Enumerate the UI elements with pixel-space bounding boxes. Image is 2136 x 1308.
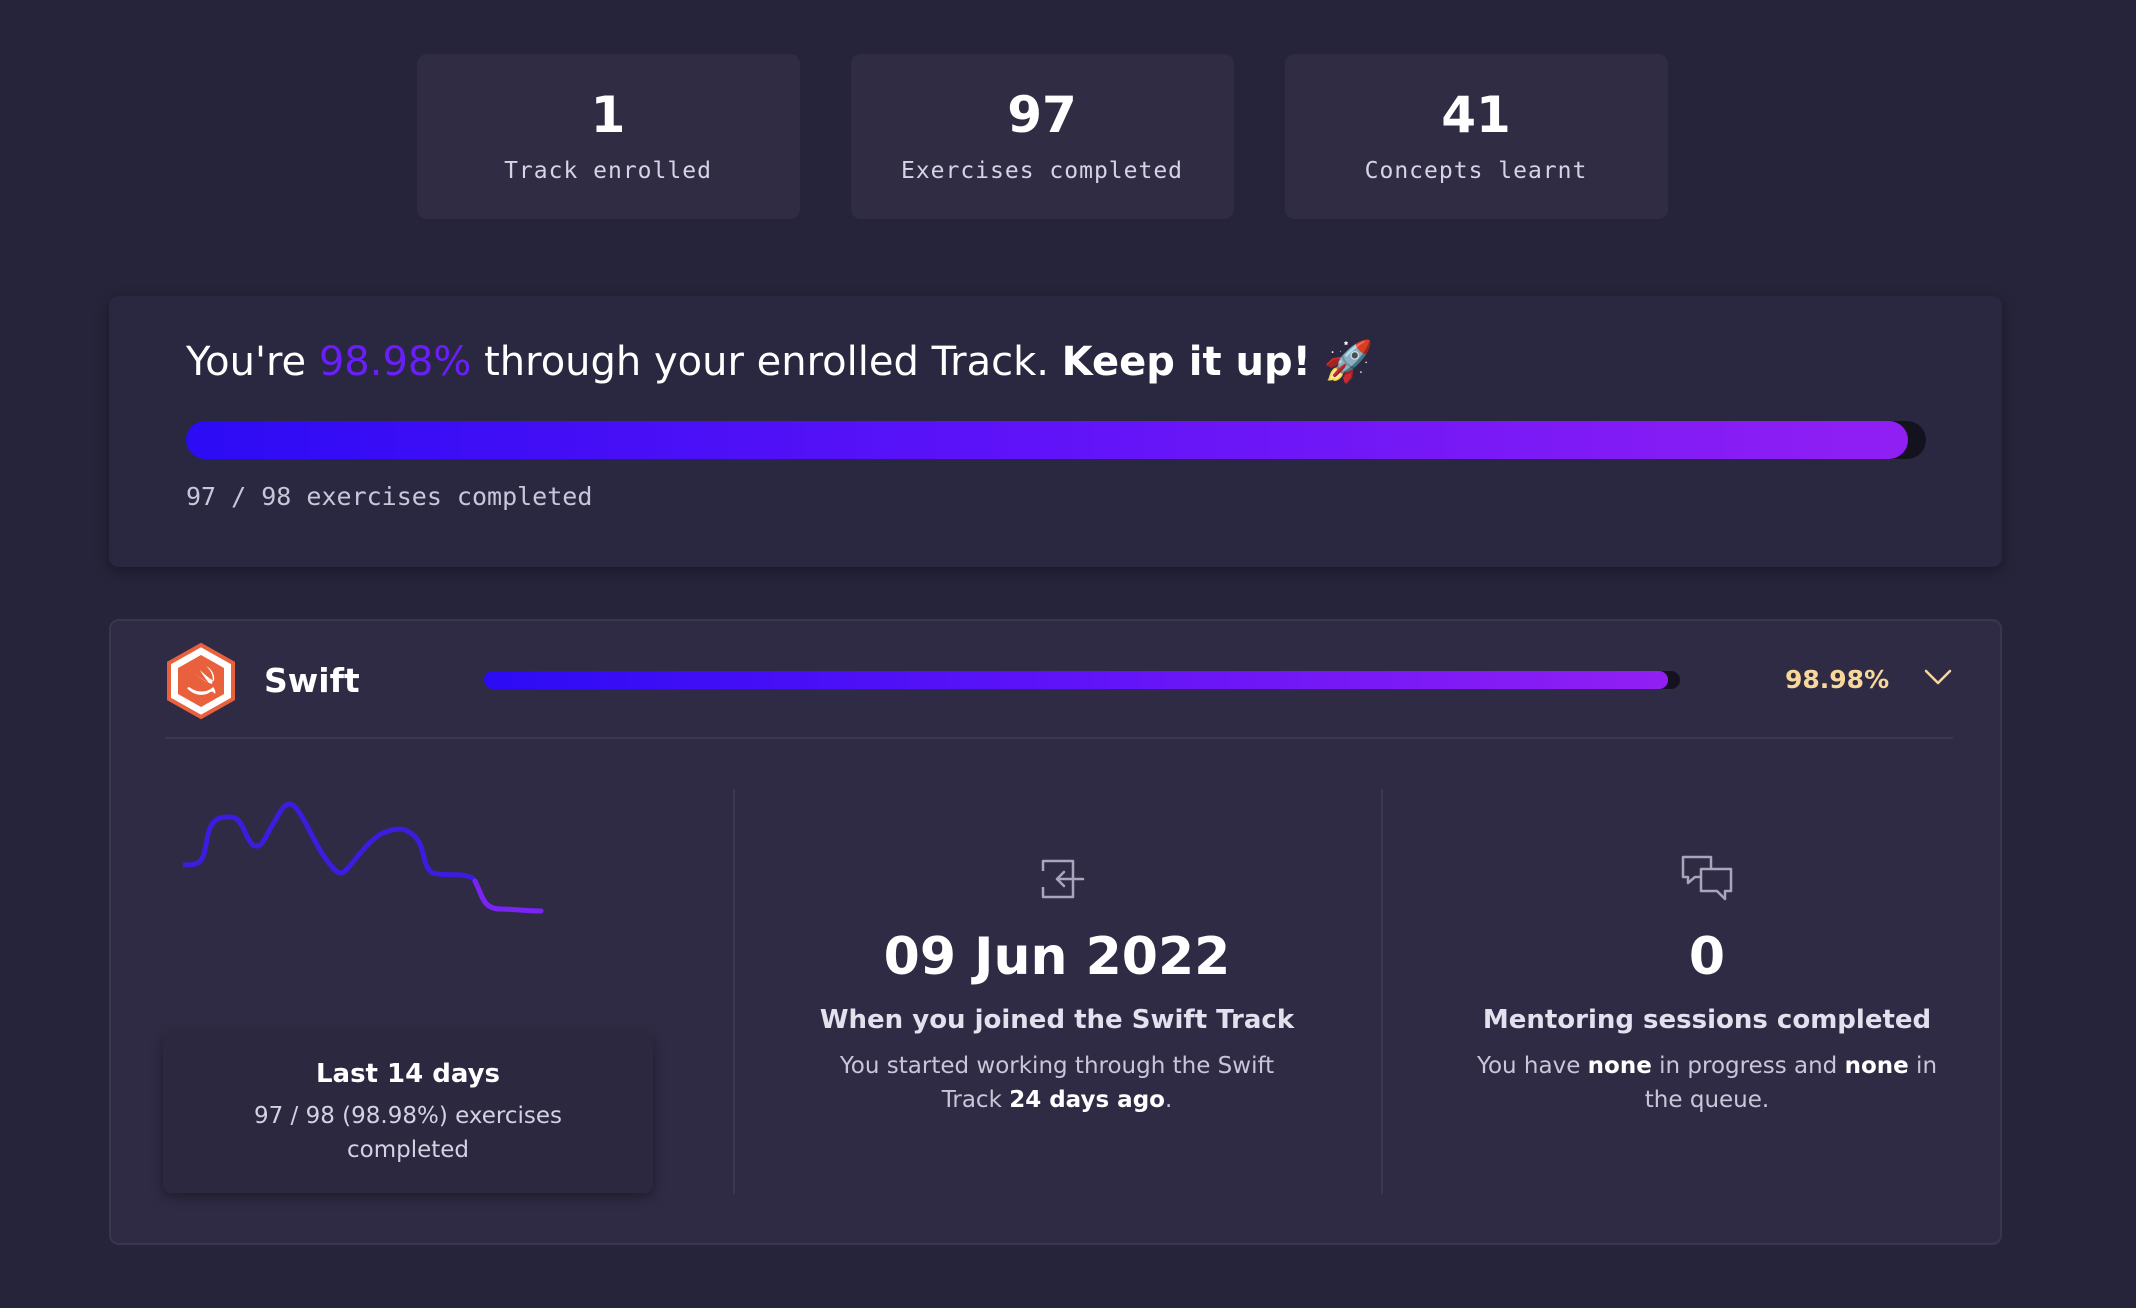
track-header[interactable]: Swift 98.98%: [111, 621, 2000, 739]
activity-summary-card: Last 14 days 97 / 98 (98.98%) exercises …: [163, 1033, 653, 1193]
stat-value: 97: [1007, 85, 1077, 144]
track-progress-bar: [484, 671, 1680, 689]
stat-value: 41: [1441, 85, 1511, 144]
mentoring-description: You have none in progress and none in th…: [1457, 1049, 1957, 1117]
swift-logo-icon: [167, 642, 235, 720]
activity-title: Last 14 days: [315, 1059, 501, 1089]
mentoring-desc-1: You have: [1476, 1053, 1588, 1079]
joined-desc-end: .: [1164, 1087, 1173, 1113]
joined-title: When you joined the Swift Track: [819, 1005, 1295, 1035]
chevron-down-icon[interactable]: [1923, 665, 1953, 689]
track-progress-fill: [484, 671, 1668, 689]
stat-card-concepts: 41 Concepts learnt: [1284, 54, 1668, 219]
track-name: Swift: [264, 661, 360, 700]
overall-progress-bar: [186, 421, 1926, 459]
overall-progress-panel: You're 98.98% through your enrolled Trac…: [109, 296, 2002, 567]
headline-percent: 98.98%: [318, 339, 472, 385]
stat-card-exercises: 97 Exercises completed: [850, 54, 1234, 219]
progress-headline: You're 98.98% through your enrolled Trac…: [186, 338, 1373, 385]
track-panel-swift: Swift 98.98% Last 14 days 97 / 98 (98.98…: [109, 619, 2002, 1245]
headline-prefix: You're: [186, 339, 319, 385]
activity-description: 97 / 98 (98.98%) exercises completed: [253, 1103, 563, 1163]
mentoring-count: 0: [1688, 927, 1726, 987]
mentoring-desc-bold-2: none: [1844, 1053, 1909, 1079]
rocket-icon: 🚀: [1323, 339, 1374, 385]
joined-description: You started working through the Swift Tr…: [807, 1049, 1307, 1117]
mentoring-title: Mentoring sessions completed: [1482, 1005, 1932, 1035]
overall-progress-fill: [186, 421, 1909, 459]
stat-card-tracks: 1 Track enrolled: [416, 54, 800, 219]
exercises-completed-text: 97 / 98 exercises completed: [186, 482, 593, 511]
mentoring-info: 0 Mentoring sessions completed You have …: [1383, 851, 2031, 1117]
stat-label: Track enrolled: [504, 157, 712, 184]
headline-emphasis: Keep it up!: [1061, 339, 1311, 385]
activity-sparkline: [183, 801, 544, 914]
stats-row: 1 Track enrolled 97 Exercises completed …: [192, 54, 1892, 219]
joined-info: 09 Jun 2022 When you joined the Swift Tr…: [733, 851, 1381, 1117]
joined-desc-bold: 24 days ago: [1009, 1087, 1165, 1113]
joined-date: 09 Jun 2022: [883, 927, 1231, 987]
enter-icon: [1041, 859, 1085, 899]
track-percent: 98.98%: [1785, 665, 1890, 694]
stat-value: 1: [590, 85, 626, 144]
stat-label: Concepts learnt: [1364, 157, 1588, 184]
header-divider: [165, 737, 1953, 739]
stat-label: Exercises completed: [900, 157, 1184, 184]
mentoring-desc-bold-1: none: [1587, 1053, 1652, 1079]
headline-middle: through your enrolled Track.: [471, 339, 1062, 385]
chat-bubbles-icon: [1681, 855, 1733, 901]
mentoring-desc-2: in progress and: [1651, 1053, 1845, 1079]
